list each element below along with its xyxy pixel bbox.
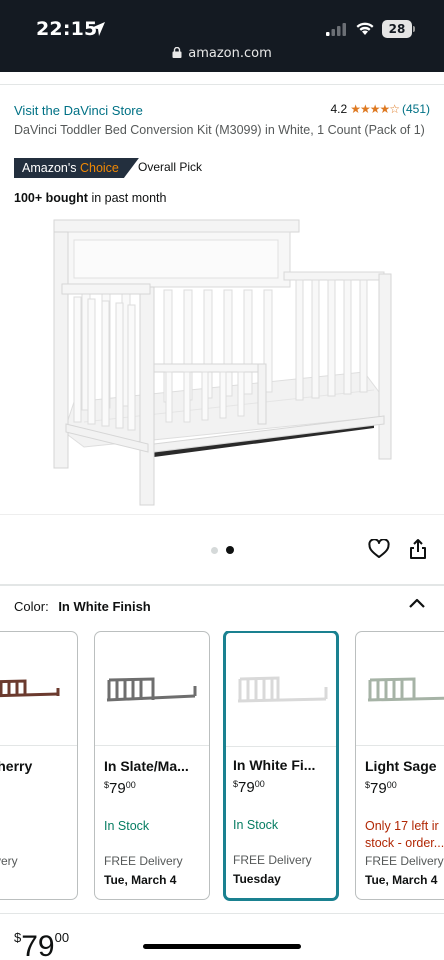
- divider: [0, 584, 444, 586]
- swatch-date: Tuesday: [233, 872, 281, 886]
- wifi-icon: [356, 22, 374, 35]
- carousel-dot-2-active[interactable]: [226, 546, 234, 554]
- home-indicator[interactable]: [143, 944, 301, 949]
- lock-icon: [172, 47, 182, 58]
- battery-tip: [413, 26, 415, 32]
- color-selector-header: Color: In White Finish: [14, 599, 151, 614]
- toddler-rail-thumbnail: [367, 677, 444, 702]
- share-icon[interactable]: [408, 538, 428, 560]
- bought-count-rest: in past month: [87, 191, 167, 205]
- swatch-stock: Only 17 left ir stock - order...: [365, 818, 444, 852]
- heart-icon[interactable]: [368, 539, 390, 559]
- badge-choice: Choice: [79, 161, 119, 175]
- url-text: amazon.com: [188, 46, 272, 61]
- swatch-image: [0, 632, 77, 746]
- overall-pick-label: Overall Pick: [138, 160, 203, 174]
- bought-count: 100+ bought in past month: [14, 191, 166, 205]
- color-swatch-carousel[interactable]: ich Cherry 00 ock E Delivery day In Slat…: [0, 631, 444, 901]
- swatch-stock-line2: stock - order...: [365, 836, 444, 850]
- divider: [0, 913, 444, 914]
- badge-prefix: Amazon's: [22, 161, 80, 175]
- swatch-delivery: FREE Delivery: [104, 854, 183, 868]
- swatch-name: ich Cherry: [0, 758, 33, 774]
- swatch-image: [95, 632, 209, 746]
- status-bar: 22:15 28 amazon.com: [0, 0, 444, 72]
- product-image[interactable]: [44, 212, 404, 512]
- swatch-date: Tue, March 4: [104, 873, 177, 887]
- swatch-delivery: FREE Delivery: [233, 853, 312, 867]
- toddler-rail-thumbnail: [106, 677, 197, 702]
- battery-icon: 28: [382, 20, 412, 38]
- status-time: 22:15: [36, 18, 98, 40]
- swatch-card-light-sage[interactable]: Light Sage $7900 Only 17 left ir stock -…: [355, 631, 444, 900]
- store-link[interactable]: Visit the DaVinci Store: [14, 103, 143, 118]
- star-rating-icon: ★★★★☆: [350, 102, 400, 116]
- toddler-rail-thumbnail: [237, 676, 328, 703]
- color-value: In White Finish: [58, 599, 151, 614]
- url-bar[interactable]: amazon.com: [0, 46, 444, 61]
- chevron-up-icon[interactable]: [408, 597, 426, 609]
- swatch-card-slate[interactable]: In Slate/Ma... $7900 In Stock FREE Deliv…: [94, 631, 210, 900]
- toddler-rail-thumbnail: [0, 679, 60, 698]
- rating-count-link[interactable]: (451): [402, 102, 430, 116]
- swatch-card-white-selected[interactable]: In White Fi... $7900 In Stock FREE Deliv…: [223, 631, 339, 901]
- signal-icon: [326, 23, 346, 36]
- divider: [0, 84, 444, 85]
- swatch-stock: In Stock: [233, 818, 279, 832]
- swatch-price: $7900: [365, 780, 397, 797]
- swatch-image: [226, 633, 336, 747]
- swatch-price: $7900: [104, 780, 136, 797]
- bought-count-bold: 100+ bought: [14, 191, 88, 205]
- swatch-stock-line1: Only 17 left ir: [365, 819, 439, 833]
- swatch-name: In White Fi...: [233, 757, 316, 773]
- swatch-price: $7900: [233, 779, 265, 796]
- bottom-price: $7900: [14, 930, 70, 960]
- rating-value: 4.2: [330, 102, 348, 116]
- swatch-image: [356, 632, 444, 746]
- color-label: Color:: [14, 599, 49, 614]
- amazons-choice-badge[interactable]: Amazon's Choice: [14, 158, 139, 178]
- divider: [0, 514, 444, 515]
- swatch-delivery: E Delivery: [0, 854, 18, 868]
- product-title: DaVinci Toddler Bed Conversion Kit (M309…: [14, 123, 425, 137]
- swatch-date: Tue, March 4: [365, 873, 438, 887]
- swatch-name: Light Sage: [365, 758, 437, 774]
- swatch-delivery: FREE Delivery: [365, 854, 444, 868]
- swatch-card-cherry[interactable]: ich Cherry 00 ock E Delivery day: [0, 631, 78, 900]
- swatch-name: In Slate/Ma...: [104, 758, 189, 774]
- location-arrow-icon: [91, 22, 105, 36]
- carousel-dot-1[interactable]: [211, 547, 218, 554]
- rating[interactable]: 4.2 ★★★★☆ (451): [331, 102, 431, 116]
- swatch-stock: In Stock: [104, 819, 150, 833]
